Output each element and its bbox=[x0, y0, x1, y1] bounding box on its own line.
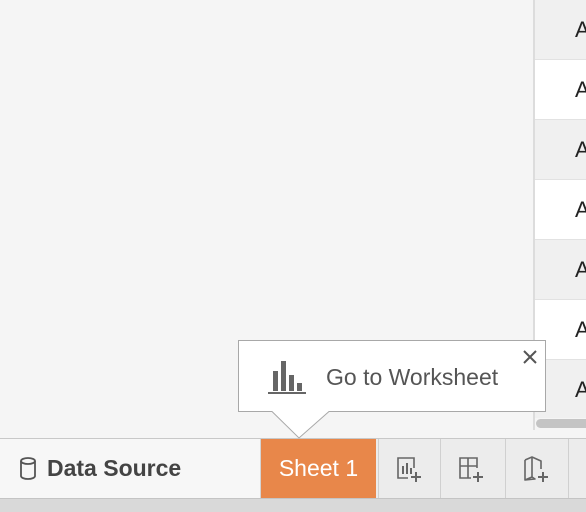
go-to-worksheet-tooltip[interactable]: Go to Worksheet bbox=[238, 340, 546, 439]
table-row: A bbox=[535, 240, 586, 300]
table-row: A bbox=[535, 60, 586, 120]
data-source-label: Data Source bbox=[47, 455, 182, 481]
cell-text: A bbox=[575, 317, 586, 342]
table-row: A bbox=[535, 0, 586, 60]
new-dashboard-icon bbox=[458, 456, 483, 482]
close-button[interactable] bbox=[521, 348, 539, 366]
tab-bar-end bbox=[568, 439, 586, 498]
new-story-button[interactable] bbox=[505, 439, 565, 498]
sheet-tab-label: Sheet 1 bbox=[278, 455, 359, 481]
bar-chart-icon bbox=[268, 361, 306, 394]
cell-text: A bbox=[575, 17, 586, 42]
sheet-tab-bar: Data Source Sheet 1 bbox=[0, 438, 586, 498]
sheet-tab[interactable]: Sheet 1 bbox=[261, 439, 376, 498]
cell-text: A bbox=[575, 77, 586, 102]
cell-text: A bbox=[575, 377, 586, 402]
tooltip-text[interactable]: Go to Worksheet bbox=[326, 364, 498, 391]
database-icon bbox=[20, 456, 36, 480]
new-worksheet-button[interactable] bbox=[378, 439, 438, 498]
new-dashboard-button[interactable] bbox=[440, 439, 500, 498]
cell-text: A bbox=[575, 257, 586, 282]
data-source-tab[interactable]: Data Source bbox=[0, 439, 261, 498]
close-icon bbox=[523, 350, 537, 364]
status-bar bbox=[0, 498, 586, 512]
new-story-icon bbox=[523, 455, 548, 482]
cell-text: A bbox=[575, 197, 586, 222]
table-row: A bbox=[535, 120, 586, 180]
table-row: A bbox=[535, 180, 586, 240]
new-worksheet-icon bbox=[396, 456, 421, 482]
cell-text: A bbox=[575, 137, 586, 162]
